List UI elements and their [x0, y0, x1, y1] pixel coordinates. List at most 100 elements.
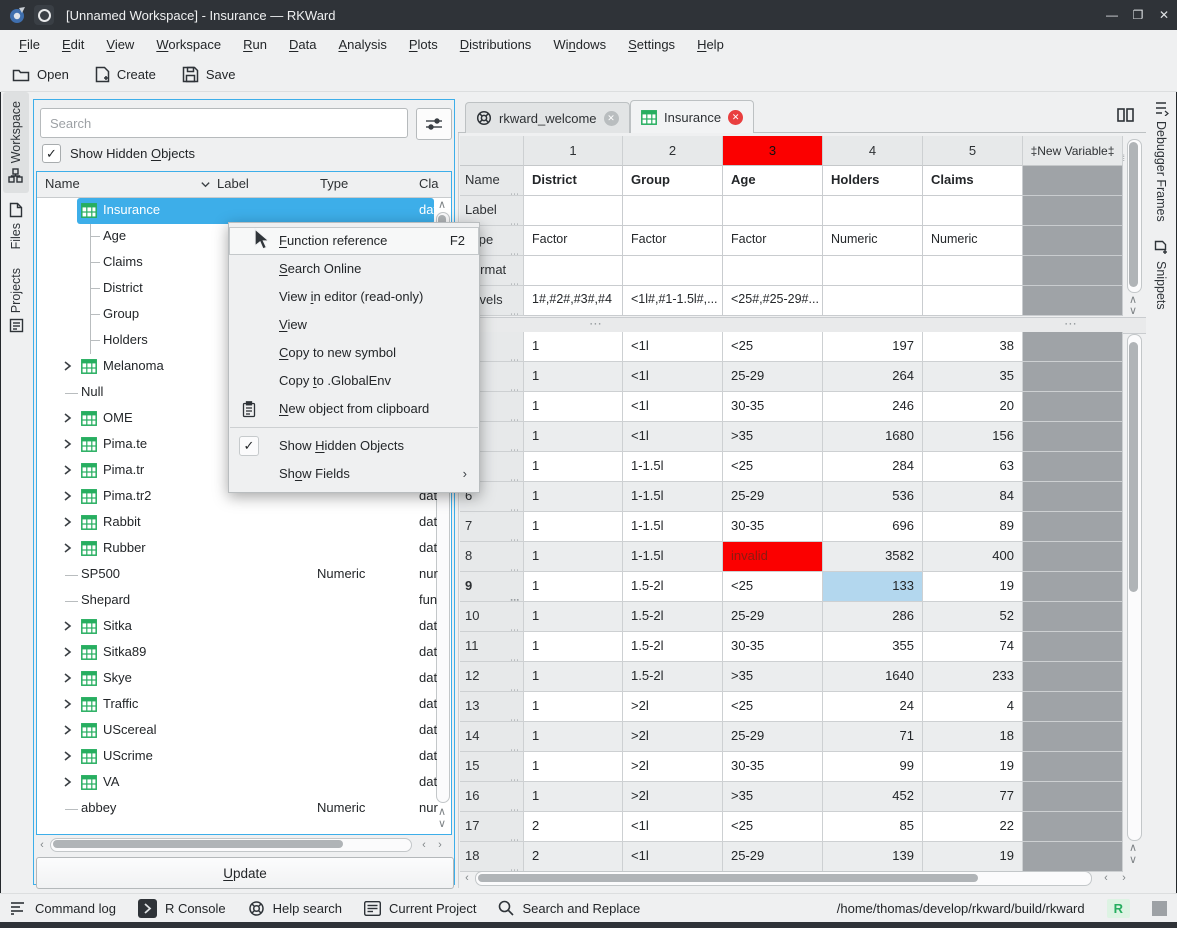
row-header[interactable]: 9	[460, 572, 524, 602]
chevron-right-icon[interactable]	[61, 776, 75, 790]
data-cell[interactable]: >35	[723, 782, 823, 812]
new-variable-cell[interactable]	[1023, 226, 1123, 256]
menu-item-copy-to-new-symbol[interactable]: Copy to new symbol	[229, 339, 479, 367]
menu-run[interactable]: Run	[232, 34, 278, 55]
new-variable-cell[interactable]	[1023, 392, 1123, 422]
data-cell[interactable]: >35	[723, 422, 823, 452]
scroll-down-icon[interactable]: ∨	[1127, 855, 1139, 865]
menu-item-new-object-from-clipboard[interactable]: New object from clipboard	[229, 395, 479, 423]
chevron-down-icon[interactable]	[61, 204, 75, 218]
menu-item-show-fields[interactable]: Show Fields›	[229, 460, 479, 488]
menu-workspace[interactable]: Workspace	[145, 34, 232, 55]
data-cell[interactable]: 22	[923, 812, 1023, 842]
data-cell[interactable]: 19	[923, 752, 1023, 782]
data-cell[interactable]: 1	[524, 602, 623, 632]
meta-vertical-scrollbar[interactable]: ∧ ∨	[1126, 139, 1142, 317]
scroll-right-icon[interactable]: ›	[1118, 873, 1130, 883]
data-cell[interactable]: >2l	[623, 752, 723, 782]
data-cell[interactable]: 197	[823, 332, 923, 362]
tree-column-label[interactable]: Label	[217, 176, 249, 191]
data-cell[interactable]: 696	[823, 512, 923, 542]
meta-cell[interactable]: Factor	[524, 226, 623, 256]
data-cell[interactable]: 84	[923, 482, 1023, 512]
new-variable-cell[interactable]	[1023, 196, 1123, 226]
menu-item-view-in-editor-read-only-[interactable]: View in editor (read-only)	[229, 283, 479, 311]
row-header[interactable]: 18	[460, 842, 524, 872]
meta-scroll-thumb[interactable]	[1129, 142, 1138, 287]
data-cell[interactable]: 1.5-2l	[623, 662, 723, 692]
menu-windows[interactable]: Windows	[542, 34, 617, 55]
data-cell[interactable]: 18	[923, 722, 1023, 752]
data-cell[interactable]: invalid	[723, 542, 823, 572]
split-view-icon[interactable]	[1117, 108, 1134, 122]
tree-item-Traffic[interactable]: Trafficdat	[37, 692, 451, 718]
chevron-right-icon[interactable]	[61, 516, 75, 530]
sidebar-tab-snippets[interactable]: Snippets	[1146, 231, 1176, 319]
search-input[interactable]	[40, 108, 408, 138]
data-cell[interactable]: 25-29	[723, 602, 823, 632]
chevron-right-icon[interactable]	[61, 542, 75, 556]
new-variable-cell[interactable]	[1023, 572, 1123, 602]
editor-horizontal-scrollbar[interactable]: ‹ ‹ ›	[461, 870, 1144, 886]
data-cell[interactable]: 3582	[823, 542, 923, 572]
row-header[interactable]: 8	[460, 542, 524, 572]
data-cell[interactable]: <25	[723, 452, 823, 482]
row-header[interactable]: 12	[460, 662, 524, 692]
tree-item-SP500[interactable]: SP500Numericnur	[37, 562, 451, 588]
maximize-button[interactable]: ❐	[1125, 0, 1151, 30]
new-variable-cell[interactable]	[1023, 362, 1123, 392]
data-cell[interactable]: <1l	[623, 362, 723, 392]
data-cell[interactable]: 1	[524, 452, 623, 482]
column-header-4[interactable]: 4	[823, 136, 923, 166]
new-variable-cell[interactable]	[1023, 722, 1123, 752]
meta-cell[interactable]	[923, 256, 1023, 286]
chevron-right-icon[interactable]	[61, 698, 75, 712]
menu-item-view[interactable]: View	[229, 311, 479, 339]
data-cell[interactable]: 30-35	[723, 752, 823, 782]
data-cell[interactable]: 1-1.5l	[623, 512, 723, 542]
data-cell[interactable]: 1	[524, 422, 623, 452]
data-cell[interactable]: 1680	[823, 422, 923, 452]
meta-cell[interactable]	[623, 196, 723, 226]
data-cell[interactable]: 19	[923, 842, 1023, 872]
chevron-right-icon[interactable]	[61, 438, 75, 452]
data-cell[interactable]: 139	[823, 842, 923, 872]
chevron-right-icon[interactable]	[61, 490, 75, 504]
tree-item-Rubber[interactable]: Rubberdat	[37, 536, 451, 562]
minimize-button[interactable]: —	[1099, 0, 1125, 30]
tree-item-Sitka89[interactable]: Sitka89dat	[37, 640, 451, 666]
statusbar-help-search[interactable]: Help search	[248, 900, 342, 917]
tree-item-Insurance[interactable]: Insurancedat	[37, 198, 451, 224]
scroll-left-icon[interactable]: ‹	[461, 873, 473, 883]
data-cell[interactable]: 1	[524, 542, 623, 572]
tree-item-Rabbit[interactable]: Rabbitdat	[37, 510, 451, 536]
meta-cell[interactable]: Numeric	[923, 226, 1023, 256]
new-variable-cell[interactable]	[1023, 632, 1123, 662]
meta-cell[interactable]	[623, 256, 723, 286]
meta-cell[interactable]: Numeric	[823, 226, 923, 256]
menu-distributions[interactable]: Distributions	[449, 34, 543, 55]
data-cell[interactable]: 246	[823, 392, 923, 422]
row-header[interactable]: 15	[460, 752, 524, 782]
data-cell[interactable]: 4	[923, 692, 1023, 722]
data-cell[interactable]: 286	[823, 602, 923, 632]
meta-cell[interactable]	[524, 196, 623, 226]
create-button[interactable]: Create	[95, 66, 156, 83]
chevron-right-icon[interactable]	[61, 360, 75, 374]
scroll-up-icon[interactable]: ∧	[1127, 295, 1139, 305]
data-cell[interactable]: <25	[723, 572, 823, 602]
data-cell[interactable]: 89	[923, 512, 1023, 542]
meta-cell[interactable]	[823, 196, 923, 226]
scroll-left-icon[interactable]: ‹	[418, 840, 430, 850]
data-cell[interactable]: 1-1.5l	[623, 542, 723, 572]
close-button[interactable]: ✕	[1151, 0, 1177, 30]
data-cell[interactable]: 133	[823, 572, 923, 602]
data-cell[interactable]: 20	[923, 392, 1023, 422]
meta-cell[interactable]: Holders	[823, 166, 923, 196]
data-cell[interactable]: 30-35	[723, 392, 823, 422]
data-cell[interactable]: 1	[524, 662, 623, 692]
close-icon[interactable]: ✕	[604, 111, 619, 126]
data-cell[interactable]: <1l	[623, 812, 723, 842]
data-cell[interactable]: <1l	[623, 422, 723, 452]
new-variable-cell[interactable]	[1023, 542, 1123, 572]
